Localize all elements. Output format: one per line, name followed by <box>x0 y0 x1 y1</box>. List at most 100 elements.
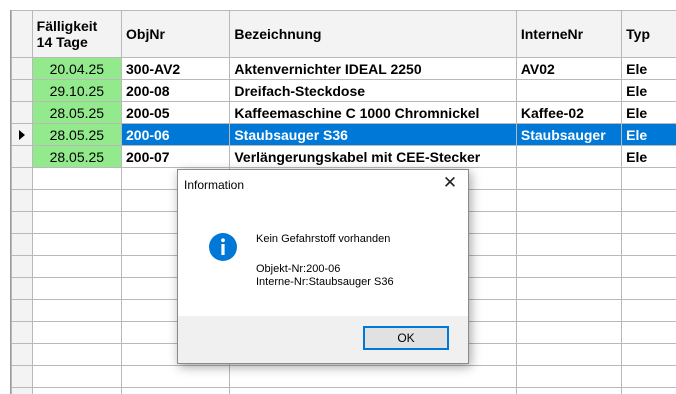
table-row[interactable]: 28.05.25 200-07 Verlängerungskabel mit C… <box>11 145 676 168</box>
internenr-cell[interactable] <box>515 145 623 168</box>
empty-cell[interactable] <box>621 343 676 366</box>
column-header-typ[interactable]: Typ <box>621 10 676 58</box>
typ-cell[interactable]: Ele <box>621 57 676 80</box>
empty-cell[interactable] <box>515 299 623 322</box>
column-header-bezeichnung[interactable]: Bezeichnung <box>229 10 517 58</box>
typ-cell[interactable]: Ele <box>621 145 676 168</box>
empty-cell[interactable] <box>31 299 123 322</box>
row-indicator[interactable] <box>11 233 33 256</box>
objnr-cell[interactable]: 200-06 <box>120 123 231 146</box>
dialog-objekt-nr: Objekt-Nr:200-06 <box>256 263 341 275</box>
empty-cell[interactable] <box>621 321 676 344</box>
empty-cell[interactable] <box>515 167 623 190</box>
faelligkeit-cell[interactable]: 28.05.25 <box>31 101 123 124</box>
bezeichnung-cell[interactable]: Dreifach-Steckdose <box>229 79 517 102</box>
row-indicator[interactable] <box>11 145 33 168</box>
bezeichnung-cell[interactable]: Verlängerungskabel mit CEE-Stecker <box>229 145 517 168</box>
internenr-cell[interactable]: AV02 <box>515 57 623 80</box>
row-indicator[interactable] <box>11 387 33 394</box>
information-dialog[interactable]: Information ✕ Kein Gefahrstoff vorhanden… <box>177 169 469 364</box>
empty-cell[interactable] <box>621 255 676 278</box>
empty-cell[interactable] <box>31 321 123 344</box>
objnr-cell[interactable]: 200-08 <box>120 79 231 102</box>
row-indicator-current[interactable] <box>11 123 33 146</box>
empty-cell[interactable] <box>621 299 676 322</box>
faelligkeit-cell[interactable]: 29.10.25 <box>31 79 123 102</box>
table-row[interactable]: 29.10.25 200-08 Dreifach-Steckdose Ele <box>11 79 676 102</box>
close-icon[interactable]: ✕ <box>440 173 460 193</box>
empty-cell[interactable] <box>120 365 231 388</box>
empty-cell[interactable] <box>31 189 123 212</box>
empty-cell[interactable] <box>229 387 517 394</box>
empty-cell[interactable] <box>515 211 623 234</box>
header-row: Fälligkeit 14 Tage ObjNr Bezeichnung Int… <box>11 10 676 58</box>
empty-cell[interactable] <box>31 387 123 394</box>
row-indicator[interactable] <box>11 189 33 212</box>
empty-cell[interactable] <box>621 277 676 300</box>
empty-cell[interactable] <box>621 211 676 234</box>
column-header-internenr[interactable]: InterneNr <box>515 10 623 58</box>
empty-cell[interactable] <box>515 365 623 388</box>
dialog-interne-nr: Interne-Nr:Staubsauger S36 <box>256 276 394 288</box>
empty-cell[interactable] <box>515 387 623 394</box>
empty-row[interactable] <box>11 387 676 394</box>
empty-cell[interactable] <box>621 233 676 256</box>
row-indicator[interactable] <box>11 299 33 322</box>
empty-cell[interactable] <box>31 167 123 190</box>
objnr-cell[interactable]: 300-AV2 <box>120 57 231 80</box>
empty-cell[interactable] <box>515 277 623 300</box>
dialog-message: Kein Gefahrstoff vorhanden <box>256 233 391 245</box>
dialog-footer: OK <box>178 316 468 363</box>
empty-cell[interactable] <box>621 167 676 190</box>
dialog-title: Information <box>184 178 245 192</box>
empty-cell[interactable] <box>515 189 623 212</box>
typ-cell[interactable]: Ele <box>621 101 676 124</box>
empty-cell[interactable] <box>31 255 123 278</box>
empty-cell[interactable] <box>229 365 517 388</box>
info-icon <box>209 233 237 261</box>
empty-cell[interactable] <box>31 211 123 234</box>
faelligkeit-cell[interactable]: 28.05.25 <box>31 145 123 168</box>
empty-cell[interactable] <box>120 387 231 394</box>
faelligkeit-cell[interactable]: 28.05.25 <box>31 123 123 146</box>
column-header-faelligkeit[interactable]: Fälligkeit 14 Tage <box>31 10 123 58</box>
row-indicator[interactable] <box>11 321 33 344</box>
table-row-selected[interactable]: 28.05.25 200-06 Staubsauger S36 Staubsau… <box>11 123 676 146</box>
empty-cell[interactable] <box>621 365 676 388</box>
empty-cell[interactable] <box>31 343 123 366</box>
empty-cell[interactable] <box>515 233 623 256</box>
row-indicator[interactable] <box>11 255 33 278</box>
row-indicator[interactable] <box>11 101 33 124</box>
row-indicator[interactable] <box>11 277 33 300</box>
row-indicator[interactable] <box>11 167 33 190</box>
objnr-cell[interactable]: 200-05 <box>120 101 231 124</box>
bezeichnung-cell[interactable]: Kaffeemaschine C 1000 Chromnickel <box>229 101 517 124</box>
internenr-cell[interactable]: Kaffee-02 <box>515 101 623 124</box>
internenr-cell[interactable]: Staubsauger <box>515 123 623 146</box>
empty-cell[interactable] <box>621 387 676 394</box>
empty-cell[interactable] <box>515 255 623 278</box>
table-row[interactable]: 28.05.25 200-05 Kaffeemaschine C 1000 Ch… <box>11 101 676 124</box>
internenr-cell[interactable] <box>515 79 623 102</box>
row-indicator[interactable] <box>11 57 33 80</box>
empty-cell[interactable] <box>31 365 123 388</box>
column-header-objnr[interactable]: ObjNr <box>120 10 231 58</box>
bezeichnung-cell[interactable]: Aktenvernichter IDEAL 2250 <box>229 57 517 80</box>
empty-row[interactable] <box>11 365 676 388</box>
ok-button[interactable]: OK <box>363 326 449 350</box>
row-indicator[interactable] <box>11 79 33 102</box>
row-indicator[interactable] <box>11 365 33 388</box>
row-indicator[interactable] <box>11 343 33 366</box>
objnr-cell[interactable]: 200-07 <box>120 145 231 168</box>
faelligkeit-cell[interactable]: 20.04.25 <box>31 57 123 80</box>
row-indicator[interactable] <box>11 211 33 234</box>
empty-cell[interactable] <box>31 233 123 256</box>
typ-cell[interactable]: Ele <box>621 79 676 102</box>
empty-cell[interactable] <box>621 189 676 212</box>
bezeichnung-cell[interactable]: Staubsauger S36 <box>229 123 517 146</box>
empty-cell[interactable] <box>31 277 123 300</box>
empty-cell[interactable] <box>515 343 623 366</box>
table-row[interactable]: 20.04.25 300-AV2 Aktenvernichter IDEAL 2… <box>11 57 676 80</box>
typ-cell[interactable]: Ele <box>621 123 676 146</box>
empty-cell[interactable] <box>515 321 623 344</box>
